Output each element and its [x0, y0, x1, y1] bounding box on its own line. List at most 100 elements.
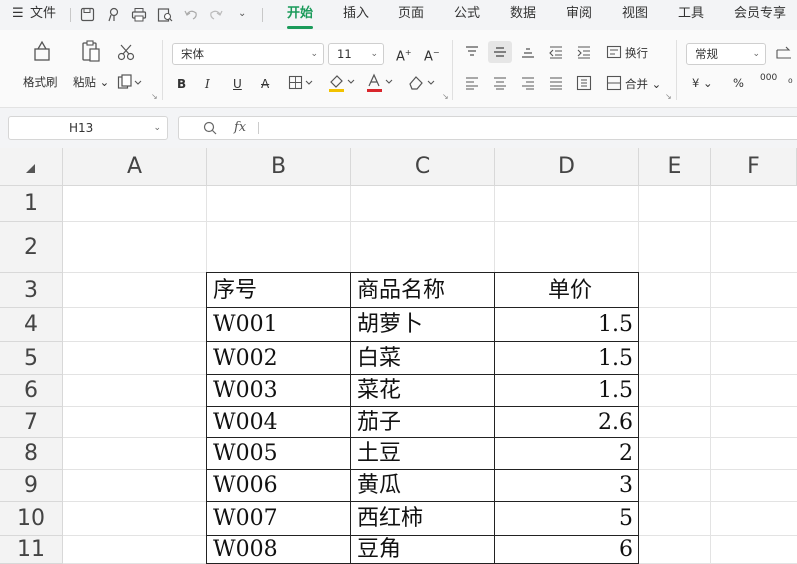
tab-review[interactable]: 审阅 [566, 0, 592, 28]
tab-insert[interactable]: 插入 [343, 0, 369, 28]
table-header-cell[interactable]: 商品名称 [351, 273, 495, 308]
column-header-f[interactable]: F [711, 148, 797, 186]
justify-icon[interactable] [548, 76, 564, 90]
share-icon[interactable] [106, 7, 121, 22]
table-header-cell[interactable]: 单价 [495, 273, 639, 308]
tab-tools[interactable]: 工具 [678, 0, 704, 28]
table-cell-name[interactable]: 白菜 [351, 342, 495, 375]
row-header-9[interactable]: 9 [0, 470, 63, 502]
thousands-separator-button[interactable]: 000 [760, 73, 777, 83]
table-cell-name[interactable]: 西红柿 [351, 502, 495, 536]
table-cell-price[interactable]: 5 [495, 502, 639, 536]
clipboard-dialog-launcher-icon[interactable]: ↘ [151, 92, 158, 101]
decrease-indent-icon[interactable] [548, 45, 564, 59]
bold-button[interactable]: B [177, 76, 186, 92]
border-icon[interactable] [288, 75, 318, 91]
decrease-font-size-icon[interactable]: A− [424, 45, 440, 65]
table-cell-price[interactable]: 1.5 [495, 308, 639, 342]
align-right-icon[interactable] [520, 76, 536, 90]
tab-formulas[interactable]: 公式 [454, 0, 480, 28]
name-box[interactable]: H13 ⌄ [8, 116, 168, 140]
currency-format-button[interactable]: ¥ ⌄ [692, 76, 713, 90]
table-cell-id[interactable]: W008 [207, 536, 351, 564]
insert-function-button[interactable]: fx [234, 120, 246, 135]
table-cell-name[interactable]: 豆角 [351, 536, 495, 564]
row-header-6[interactable]: 6 [0, 375, 63, 407]
table-cell-name[interactable]: 茄子 [351, 407, 495, 438]
table-cell-id[interactable]: W003 [207, 375, 351, 407]
column-header-d[interactable]: D [495, 148, 639, 186]
format-painter-label[interactable]: 格式刷 [23, 74, 58, 90]
tab-member[interactable]: 会员专享 [734, 0, 786, 28]
row-header-4[interactable]: 4 [0, 308, 63, 342]
undo-icon[interactable] [184, 8, 198, 21]
row-header-3[interactable]: 3 [0, 273, 63, 308]
row-header-11[interactable]: 11 [0, 536, 63, 564]
align-bottom-icon[interactable] [520, 45, 536, 59]
column-header-e[interactable]: E [639, 148, 711, 186]
paste-label[interactable]: 粘贴 ⌄ [73, 74, 109, 90]
spreadsheet-grid[interactable]: A B C D E F 1 2 3 4 5 6 7 8 9 10 11 序号 商品名称 单价 W001 胡萝卜 1.5 W00… [0, 148, 797, 564]
font-name-select[interactable]: 宋体 ⌄ [172, 43, 324, 65]
formula-input[interactable] [178, 116, 797, 140]
table-cell-price[interactable]: 3 [495, 470, 639, 502]
increase-indent-icon[interactable] [576, 45, 592, 59]
quick-access-dropdown-icon[interactable]: ⌄ [238, 0, 246, 28]
table-cell-id[interactable]: W007 [207, 502, 351, 536]
table-cell-price[interactable]: 1.5 [495, 342, 639, 375]
tab-view[interactable]: 视图 [622, 0, 648, 28]
row-header-2[interactable]: 2 [0, 222, 63, 273]
wrap-text-label[interactable]: 换行 [625, 45, 648, 61]
column-header-b[interactable]: B [207, 148, 351, 186]
table-cell-name[interactable]: 菜花 [351, 375, 495, 407]
row-header-7[interactable]: 7 [0, 407, 63, 438]
column-header-a[interactable]: A [63, 148, 207, 186]
convert-icon[interactable] [775, 46, 797, 62]
table-cell-id[interactable]: W004 [207, 407, 351, 438]
tab-home[interactable]: 开始 [287, 0, 313, 28]
clear-format-icon[interactable] [407, 74, 439, 92]
select-all-icon[interactable] [24, 162, 36, 174]
align-center-icon[interactable] [492, 76, 508, 90]
number-format-select[interactable]: 常规 ⌄ [686, 43, 766, 65]
table-cell-id[interactable]: W002 [207, 342, 351, 375]
print-preview-icon[interactable] [157, 7, 173, 22]
alignment-dialog-launcher-icon[interactable]: ↘ [665, 92, 672, 101]
column-header-c[interactable]: C [351, 148, 495, 186]
table-cell-id[interactable]: W006 [207, 470, 351, 502]
zoom-search-icon[interactable] [203, 121, 217, 135]
table-cell-name[interactable]: 黄瓜 [351, 470, 495, 502]
select-all-corner[interactable] [0, 148, 63, 186]
fill-color-icon[interactable] [328, 73, 358, 93]
merge-cells-icon[interactable] [606, 75, 622, 91]
italic-button[interactable]: I [205, 76, 210, 92]
row-header-10[interactable]: 10 [0, 502, 63, 536]
font-size-select[interactable]: 11 ⌄ [328, 43, 384, 65]
align-top-icon[interactable] [464, 45, 480, 59]
format-painter-icon[interactable] [31, 40, 55, 62]
table-cell-name[interactable]: 土豆 [351, 438, 495, 470]
print-icon[interactable] [131, 7, 147, 22]
align-middle-icon[interactable] [492, 45, 508, 59]
save-icon[interactable] [80, 7, 95, 22]
underline-button[interactable]: U [233, 76, 242, 92]
increase-font-size-icon[interactable]: A+ [396, 45, 412, 65]
merge-cells-label[interactable]: 合并 ⌄ [625, 76, 661, 92]
align-left-icon[interactable] [464, 76, 480, 90]
font-dialog-launcher-icon[interactable]: ↘ [442, 92, 449, 101]
table-cell-id[interactable]: W005 [207, 438, 351, 470]
paste-icon[interactable] [80, 39, 102, 63]
table-cell-price[interactable]: 2 [495, 438, 639, 470]
row-header-1[interactable]: 1 [0, 186, 63, 222]
table-cell-price[interactable]: 2.6 [495, 407, 639, 438]
cut-icon[interactable] [117, 43, 135, 61]
file-menu[interactable]: 文件 [30, 0, 56, 28]
redo-icon[interactable] [209, 8, 223, 21]
strikethrough-button[interactable]: A [261, 76, 269, 92]
distributed-align-icon[interactable] [576, 75, 592, 91]
table-cell-name[interactable]: 胡萝卜 [351, 308, 495, 342]
hamburger-menu-icon[interactable]: ☰ [12, 0, 24, 28]
row-header-8[interactable]: 8 [0, 438, 63, 470]
tab-data[interactable]: 数据 [510, 0, 536, 28]
copy-icon[interactable] [117, 74, 143, 90]
